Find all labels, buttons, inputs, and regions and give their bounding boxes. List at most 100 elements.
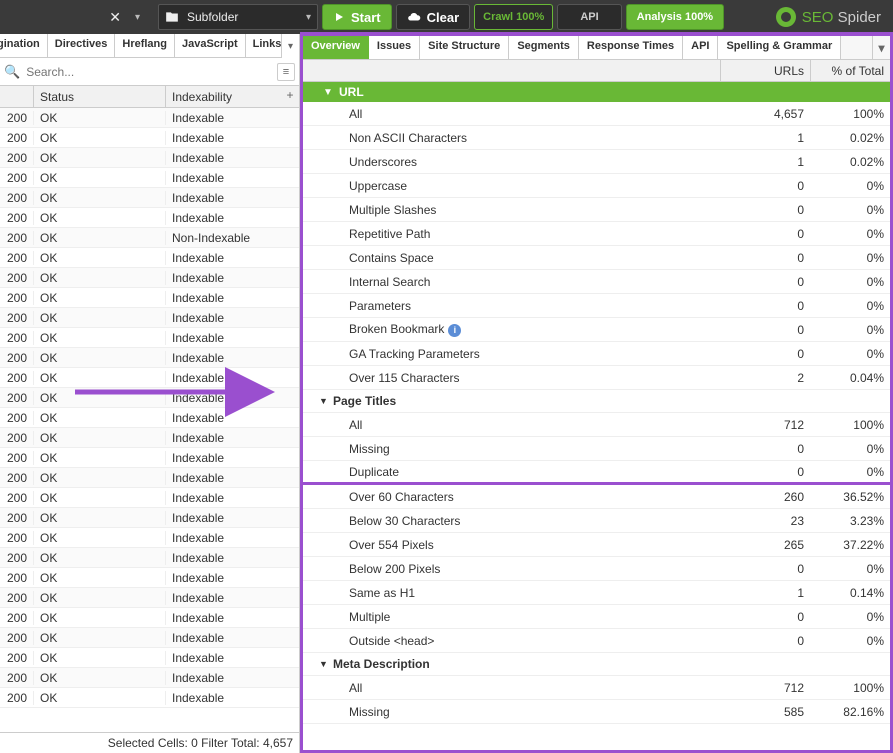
- row-pct: 100%: [810, 418, 890, 432]
- tab-hreflang[interactable]: Hreflang: [115, 34, 175, 57]
- col-pct[interactable]: % of Total: [810, 60, 890, 81]
- cell-code: 200: [0, 431, 34, 445]
- table-row[interactable]: 200OKIndexable: [0, 208, 299, 228]
- overview-row[interactable]: All4,657100%: [303, 102, 890, 126]
- section-header[interactable]: ▼Page Titles: [303, 390, 890, 413]
- row-urls: 585: [720, 705, 810, 719]
- overview-row[interactable]: Over 554 Pixels26537.22%: [303, 533, 890, 557]
- overview-row[interactable]: Contains Space00%: [303, 246, 890, 270]
- table-row[interactable]: 200OKIndexable: [0, 148, 299, 168]
- tab-directives[interactable]: Directives: [48, 34, 116, 57]
- col-urls[interactable]: URLs: [720, 60, 810, 81]
- overview-row[interactable]: Multiple Slashes00%: [303, 198, 890, 222]
- row-urls: 23: [720, 514, 810, 528]
- overview-row[interactable]: Over 60 Characters26036.52%: [303, 485, 890, 509]
- table-row[interactable]: 200OKIndexable: [0, 288, 299, 308]
- table-row[interactable]: 200OKIndexable: [0, 468, 299, 488]
- table-row[interactable]: 200OKIndexable: [0, 188, 299, 208]
- table-row[interactable]: 200OKIndexable: [0, 528, 299, 548]
- crawl-mode-dropdown[interactable]: Subfolder ▾: [158, 4, 318, 30]
- overview-row[interactable]: Underscores10.02%: [303, 150, 890, 174]
- table-row[interactable]: 200OKIndexable: [0, 668, 299, 688]
- table-row[interactable]: 200OKIndexable: [0, 348, 299, 368]
- overview-row[interactable]: Missing58582.16%: [303, 700, 890, 724]
- start-button[interactable]: Start: [322, 4, 392, 30]
- overview-body[interactable]: ▼URLAll4,657100%Non ASCII Characters10.0…: [303, 82, 890, 750]
- overview-row[interactable]: Outside <head>00%: [303, 629, 890, 653]
- tab-spelling-grammar[interactable]: Spelling & Grammar: [718, 36, 841, 59]
- tab-api[interactable]: API: [683, 36, 718, 59]
- close-tab-icon[interactable]: ✕: [103, 7, 127, 28]
- cell-index: Indexable: [166, 491, 299, 505]
- section-header-url[interactable]: ▼URL: [303, 82, 890, 102]
- overview-row[interactable]: Over 115 Characters20.04%: [303, 366, 890, 390]
- table-row[interactable]: 200OKIndexable: [0, 548, 299, 568]
- search-input[interactable]: [24, 63, 273, 81]
- right-tabs-overflow[interactable]: ▾: [872, 36, 890, 59]
- overview-row[interactable]: GA Tracking Parameters00%: [303, 342, 890, 366]
- table-row[interactable]: 200OKIndexable: [0, 648, 299, 668]
- overview-row[interactable]: Parameters00%: [303, 294, 890, 318]
- overview-row[interactable]: All712100%: [303, 676, 890, 700]
- tab-overview[interactable]: Overview: [303, 36, 369, 59]
- table-row[interactable]: 200OKIndexable: [0, 108, 299, 128]
- table-row[interactable]: 200OKIndexable: [0, 128, 299, 148]
- filter-button[interactable]: ≡: [277, 63, 295, 81]
- tab-javascript[interactable]: JavaScript: [175, 34, 246, 57]
- table-row[interactable]: 200OKIndexable: [0, 248, 299, 268]
- overview-row[interactable]: Same as H110.14%: [303, 581, 890, 605]
- row-pct: 0%: [810, 610, 890, 624]
- tab-gination[interactable]: gination: [0, 34, 48, 57]
- overview-row[interactable]: Multiple00%: [303, 605, 890, 629]
- overview-row[interactable]: Below 30 Characters233.23%: [303, 509, 890, 533]
- tab-segments[interactable]: Segments: [509, 36, 579, 59]
- table-row[interactable]: 200OKIndexable: [0, 168, 299, 188]
- overview-row[interactable]: Repetitive Path00%: [303, 222, 890, 246]
- overview-row[interactable]: Duplicate00%: [303, 461, 890, 485]
- table-row[interactable]: 200OKIndexable: [0, 328, 299, 348]
- overview-row[interactable]: Uppercase00%: [303, 174, 890, 198]
- analysis-progress[interactable]: Analysis 100%: [626, 4, 724, 30]
- table-row[interactable]: 200OKIndexable: [0, 448, 299, 468]
- clear-button[interactable]: Clear: [396, 4, 471, 30]
- table-row[interactable]: 200OKIndexable: [0, 608, 299, 628]
- row-label: Missing: [303, 705, 720, 719]
- table-row[interactable]: 200OKIndexable: [0, 408, 299, 428]
- tab-site-structure[interactable]: Site Structure: [420, 36, 509, 59]
- table-row[interactable]: 200OKIndexable: [0, 428, 299, 448]
- table-row[interactable]: 200OKIndexable: [0, 368, 299, 388]
- clear-label: Clear: [427, 10, 460, 25]
- overview-row[interactable]: Missing00%: [303, 437, 890, 461]
- cell-index: Indexable: [166, 511, 299, 525]
- table-row[interactable]: 200OKIndexable: [0, 388, 299, 408]
- col-indexability[interactable]: Indexability +: [166, 86, 299, 107]
- table-row[interactable]: 200OKIndexable: [0, 268, 299, 288]
- table-row[interactable]: 200OKIndexable: [0, 308, 299, 328]
- overview-row[interactable]: Internal Search00%: [303, 270, 890, 294]
- add-column-icon[interactable]: +: [283, 88, 297, 102]
- table-row[interactable]: 200OKIndexable: [0, 588, 299, 608]
- info-icon[interactable]: i: [448, 324, 461, 337]
- section-header[interactable]: ▼Meta Description: [303, 653, 890, 676]
- cell-index: Indexable: [166, 411, 299, 425]
- tab-response-times[interactable]: Response Times: [579, 36, 683, 59]
- table-row[interactable]: 200OKIndexable: [0, 628, 299, 648]
- col-status[interactable]: Status: [34, 86, 166, 107]
- grid-body[interactable]: 200OKIndexable200OKIndexable200OKIndexab…: [0, 108, 299, 732]
- cell-index: Non-Indexable: [166, 231, 299, 245]
- tab-caret-icon[interactable]: ▾: [131, 10, 144, 25]
- table-row[interactable]: 200OKIndexable: [0, 688, 299, 708]
- overview-row[interactable]: Below 200 Pixels00%: [303, 557, 890, 581]
- overview-row[interactable]: All712100%: [303, 413, 890, 437]
- api-button[interactable]: API: [557, 4, 621, 30]
- left-tabs-overflow[interactable]: ▾: [281, 34, 299, 58]
- table-row[interactable]: 200OKNon-Indexable: [0, 228, 299, 248]
- tab-issues[interactable]: Issues: [369, 36, 420, 59]
- crawl-progress[interactable]: Crawl 100%: [474, 4, 553, 30]
- table-row[interactable]: 200OKIndexable: [0, 508, 299, 528]
- overview-row[interactable]: Broken Bookmarki00%: [303, 318, 890, 342]
- table-row[interactable]: 200OKIndexable: [0, 568, 299, 588]
- cell-status: OK: [34, 571, 166, 585]
- overview-row[interactable]: Non ASCII Characters10.02%: [303, 126, 890, 150]
- table-row[interactable]: 200OKIndexable: [0, 488, 299, 508]
